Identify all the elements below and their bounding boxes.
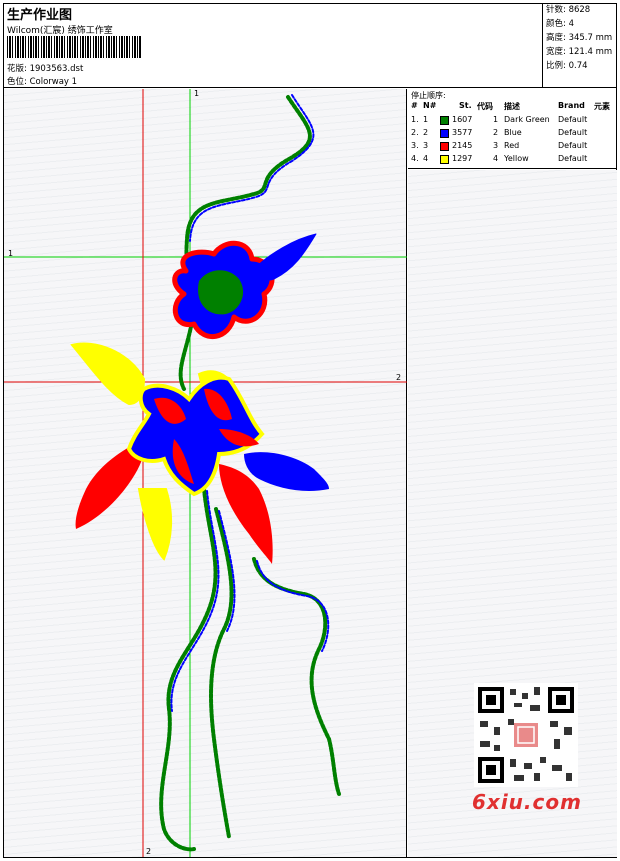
embroidery-design — [4, 89, 407, 857]
color-swatch — [440, 129, 449, 138]
stat-height: 高度: 345.7 mm — [546, 33, 613, 43]
colorway-value: Colorway 1 — [29, 77, 78, 87]
color-swatch — [440, 142, 449, 151]
sheet-title: 生产作业图 — [7, 8, 73, 23]
guide-label-green-v: 1 — [194, 89, 200, 98]
stat-colors: 颜色: 4 — [546, 19, 574, 29]
design-canvas: 1 1 2 2 — [4, 89, 407, 857]
qr-code-image — [474, 683, 578, 787]
top-flower — [172, 233, 317, 340]
stat-width: 宽度: 121.4 mm — [546, 47, 613, 57]
blue-leaf — [244, 452, 329, 491]
color-swatch — [440, 116, 449, 125]
company-name: Wilcom(汇宸) 绣饰工作室 — [7, 26, 113, 36]
stat-stitches: 针数: 8628 — [546, 5, 591, 15]
guide-label-red-h: 2 — [396, 373, 402, 382]
file-value: 1903563.dst — [29, 64, 84, 74]
header-panel: 生产作业图 Wilcom(汇宸) 绣饰工作室 花版: 1903563.dst 色… — [3, 3, 617, 88]
stem-bottom-right-blue — [256, 560, 330, 652]
colorway-info: 色位: Colorway 1 — [7, 75, 77, 87]
guide-label-green-h: 1 — [8, 249, 14, 258]
guide-label-red-v: 2 — [146, 847, 152, 856]
stop-row: 3. 3 2145 3 Red Default — [411, 141, 588, 151]
watermark-text: 6xiu.com — [472, 790, 582, 814]
file-label: 花版: — [7, 64, 27, 74]
stop-sequence-title: 停止顺序: — [411, 91, 446, 100]
stem-top-blue — [189, 94, 315, 242]
barcode-image — [7, 36, 142, 58]
file-info: 花版: 1903563.dst — [7, 62, 83, 74]
stop-sequence-header: # N# St. 代码 描述 Brand 元素 — [411, 101, 610, 111]
colorway-label: 色位: — [7, 77, 27, 87]
stop-row: 2. 2 3577 2 Blue Default — [411, 128, 588, 138]
stop-row: 4. 4 1297 4 Yellow Default — [411, 154, 588, 164]
stats-panel: 针数: 8628 颜色: 4 高度: 345.7 mm 宽度: 121.4 mm… — [542, 3, 617, 87]
stop-row: 1. 1 1607 1 Dark Green Default — [411, 115, 588, 125]
color-swatch — [440, 155, 449, 164]
stat-scale: 比例: 0.74 — [546, 61, 588, 71]
stop-sequence-panel: 停止顺序: # N# St. 代码 描述 Brand 元素 1. 1 1607 … — [408, 89, 617, 169]
